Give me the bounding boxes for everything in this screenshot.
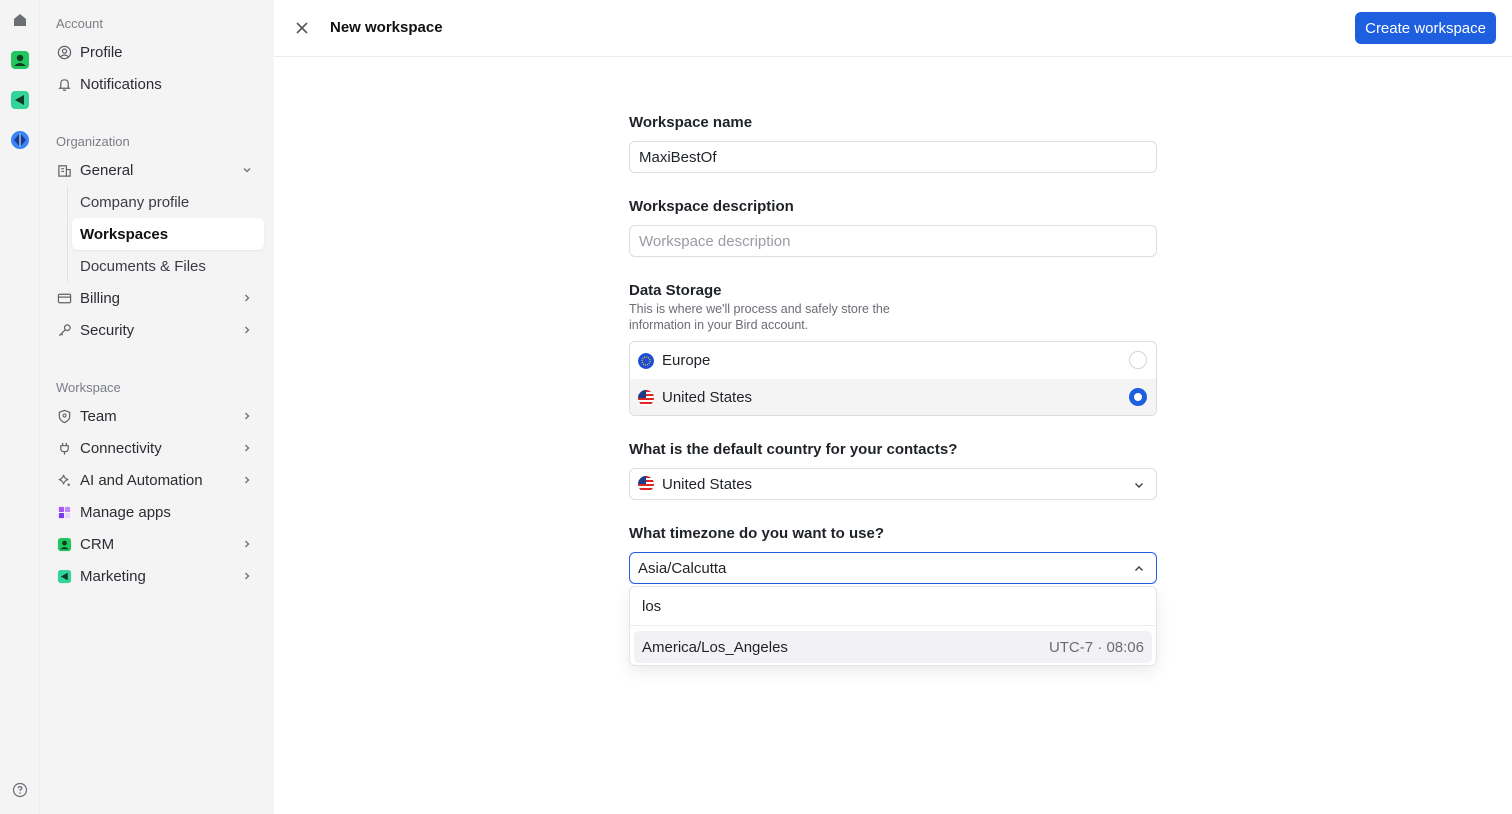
workspace-description-input[interactable] [629,225,1157,257]
bell-icon [56,76,72,92]
timezone-label: What timezone do you want to use? [629,525,884,542]
sidebar-item-label: Connectivity [80,439,162,457]
workspace-description-label: Workspace description [629,198,794,215]
sidebar-item-marketing[interactable]: Marketing [48,560,266,592]
storage-option-label: Europe [662,352,711,369]
timezone-dropdown: America/Los_Angeles UTC-7 · 08:06 [629,586,1157,666]
sidebar-item-manage-apps[interactable]: Manage apps [48,496,266,528]
timezone-option-meta: UTC-7 · 08:06 [1048,638,1144,656]
home-icon[interactable] [8,8,32,32]
sidebar-item-workspaces[interactable]: Workspaces [72,218,264,250]
crm-app-icon[interactable] [8,48,32,72]
submenu-guide-line [67,186,68,282]
eu-flag-icon [638,352,654,369]
default-country-select[interactable]: United States [629,468,1157,500]
building-icon [56,162,72,178]
sidebar-item-company-profile[interactable]: Company profile [72,186,264,218]
user-circle-icon [56,44,72,60]
sidebar-item-crm[interactable]: CRM [48,528,266,560]
data-storage-hint: This is where we'll process and safely s… [629,302,890,332]
default-country-value: United States [662,475,753,493]
chevron-right-icon [240,537,254,551]
shield-icon [56,408,72,424]
chevron-right-icon [240,441,254,455]
chevron-right-icon [240,473,254,487]
page-title: New workspace [330,19,443,36]
radio-selected[interactable] [1129,388,1147,406]
chevron-right-icon [240,409,254,423]
sidebar-item-profile[interactable]: Profile [48,36,266,68]
sparkle-icon [56,472,72,488]
chevron-right-icon [240,323,254,337]
timezone-local-time: 08:06 [1106,638,1144,656]
timezone-select[interactable]: Asia/Calcutta [629,552,1157,584]
sidebar-item-label: CRM [80,535,115,553]
help-icon[interactable] [12,782,28,798]
timezone-search-input[interactable] [630,587,1156,626]
crm-icon [56,536,72,552]
sidebar-item-label: Billing [80,289,121,307]
sidebar-item-label: AI and Automation [80,471,203,489]
sidebar-item-label: Team [80,407,117,425]
sidebar-item-label: Profile [80,43,123,61]
marketing-app-icon[interactable] [8,88,32,112]
storage-option-europe[interactable]: Europe [630,342,1156,379]
sidebar-item-label: General [80,161,134,179]
sidebar-item-label: Manage apps [80,503,171,521]
apps-grid-icon [56,504,72,520]
section-workspace-label: Workspace [56,380,121,395]
timezone-option[interactable]: America/Los_Angeles UTC-7 · 08:06 [634,631,1152,663]
default-country-label: What is the default country for your con… [629,441,958,458]
app-rail [0,0,40,814]
marketing-icon [56,568,72,584]
sidebar-item-team[interactable]: Team [48,400,266,432]
sidebar-item-billing[interactable]: Billing [48,282,266,314]
chevron-right-icon [240,569,254,583]
sidebar-item-label: Security [80,321,135,339]
data-storage-radio-group: Europe United States [629,341,1157,416]
plug-icon [56,440,72,456]
storage-option-united-states[interactable]: United States [630,379,1156,415]
timezone-value: Asia/Calcutta [638,559,727,577]
credit-card-icon [56,290,72,306]
sidebar-item-connectivity[interactable]: Connectivity [48,432,266,464]
close-icon[interactable] [292,18,312,38]
workspace-name-label: Workspace name [629,114,753,131]
page-header: New workspace Create workspace [274,0,1512,57]
sidebar-item-ai-automation[interactable]: AI and Automation [48,464,266,496]
chevron-right-icon [240,291,254,305]
us-flag-icon [638,389,654,406]
sidebar-item-general[interactable]: General [48,154,266,186]
sidebar-item-notifications[interactable]: Notifications [48,68,266,100]
workspace-name-input[interactable] [629,141,1157,173]
storage-option-label: United States [662,389,753,406]
workspace-app-icon[interactable] [8,128,32,152]
sidebar-item-security[interactable]: Security [48,314,266,346]
timezone-offset: UTC-7 [1048,638,1094,656]
timezone-option-name: America/Los_Angeles [642,638,788,656]
chevron-up-icon [1132,562,1146,576]
chevron-down-icon [1132,478,1146,492]
sidebar-item-label: Notifications [80,75,162,93]
create-workspace-button[interactable]: Create workspace [1355,12,1496,44]
section-organization-label: Organization [56,134,130,149]
us-flag-icon [638,476,654,492]
sidebar-item-documents-files[interactable]: Documents & Files [72,250,264,282]
data-storage-label: Data Storage [629,282,722,299]
sidebar-item-label: Marketing [80,567,146,585]
chevron-down-icon [240,163,254,177]
settings-sidebar: Account Profile Notifications Organizati… [40,0,274,814]
section-account-label: Account [56,16,103,31]
radio-unselected[interactable] [1129,351,1147,369]
key-icon [56,322,72,338]
